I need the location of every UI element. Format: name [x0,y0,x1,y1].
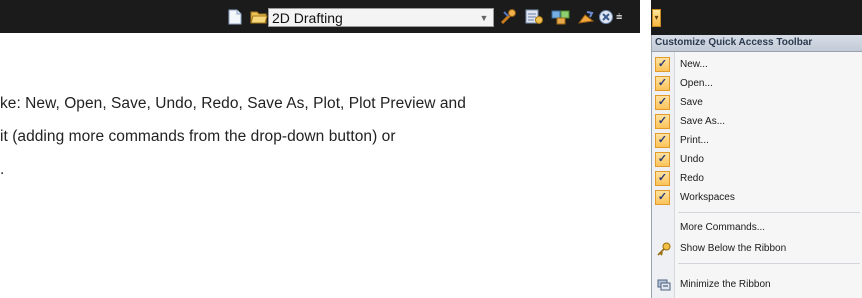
menu-item-more-commands[interactable]: More Commands... [652,218,862,237]
menu-item-save-as[interactable]: ✓ Save As... [652,112,862,131]
quick-access-toolbar: 2D Drafting ▼ ⩧ [0,0,640,33]
menu-item-open[interactable]: ✓ Open... [652,74,862,93]
wrench-icon[interactable] [500,9,518,25]
check-icon: ✓ [655,190,670,205]
check-icon: ✓ [655,133,670,148]
menu-item-workspaces[interactable]: ✓ Workspaces [652,188,862,207]
workspace-select[interactable]: 2D Drafting ▼ [268,8,494,27]
menu-item-label: Save As... [680,116,726,127]
customize-dropdown-button[interactable]: ▾ [652,9,661,27]
check-icon: ✓ [655,152,670,167]
menu-item-label: Minimize the Ribbon [680,279,771,290]
menu-item-label: Redo [680,173,704,184]
menu-top-strip [651,0,862,35]
check-icon: ✓ [655,171,670,186]
menu-item-label: Workspaces [680,192,735,203]
menu-separator [678,212,860,213]
menu-item-label: Open... [680,78,713,89]
body-text-line-3: . [0,161,5,178]
chevron-down-icon[interactable]: ▼ [475,13,493,23]
menu-item-minimize-ribbon[interactable]: Minimize the Ribbon [652,275,862,294]
workspace-select-value: 2D Drafting [272,9,343,26]
open-icon[interactable] [249,9,269,25]
check-icon: ✓ [655,57,670,72]
hardware-icon[interactable] [598,9,614,25]
properties-icon[interactable] [525,9,543,25]
menu-item-label: New... [680,59,708,70]
menu-item-undo[interactable]: ✓ Undo [652,150,862,169]
menu-item-label: More Commands... [680,222,766,233]
customize-qat-menu: Customize Quick Access Toolbar ✓ New... … [651,35,862,298]
menu-item-save[interactable]: ✓ Save [652,93,862,112]
key-icon [657,242,671,256]
menu-item-new[interactable]: ✓ New... [652,55,862,74]
check-icon: ✓ [655,95,670,110]
menu-item-redo[interactable]: ✓ Redo [652,169,862,188]
check-icon: ✓ [655,76,670,91]
menu-item-label: Undo [680,154,704,165]
menu-separator [678,263,860,264]
body-text-line-2: it (adding more commands from the drop-d… [0,128,396,145]
menu-item-label: Print... [680,135,709,146]
menu-item-print[interactable]: ✓ Print... [652,131,862,150]
lock-icon[interactable] [576,9,596,25]
workspace-tool-icon[interactable] [551,9,571,25]
menu-item-label: Show Below the Ribbon [680,243,787,254]
toolbar-overflow-icon[interactable]: ⩧ [616,12,622,23]
minimize-ribbon-icon [657,279,671,290]
menu-header: Customize Quick Access Toolbar [652,35,862,52]
body-text-line-1: ke: New, Open, Save, Undo, Redo, Save As… [0,95,466,112]
menu-item-show-below[interactable]: Show Below the Ribbon [652,239,862,258]
new-icon[interactable] [227,9,243,25]
menu-item-label: Save [680,97,703,108]
check-icon: ✓ [655,114,670,129]
